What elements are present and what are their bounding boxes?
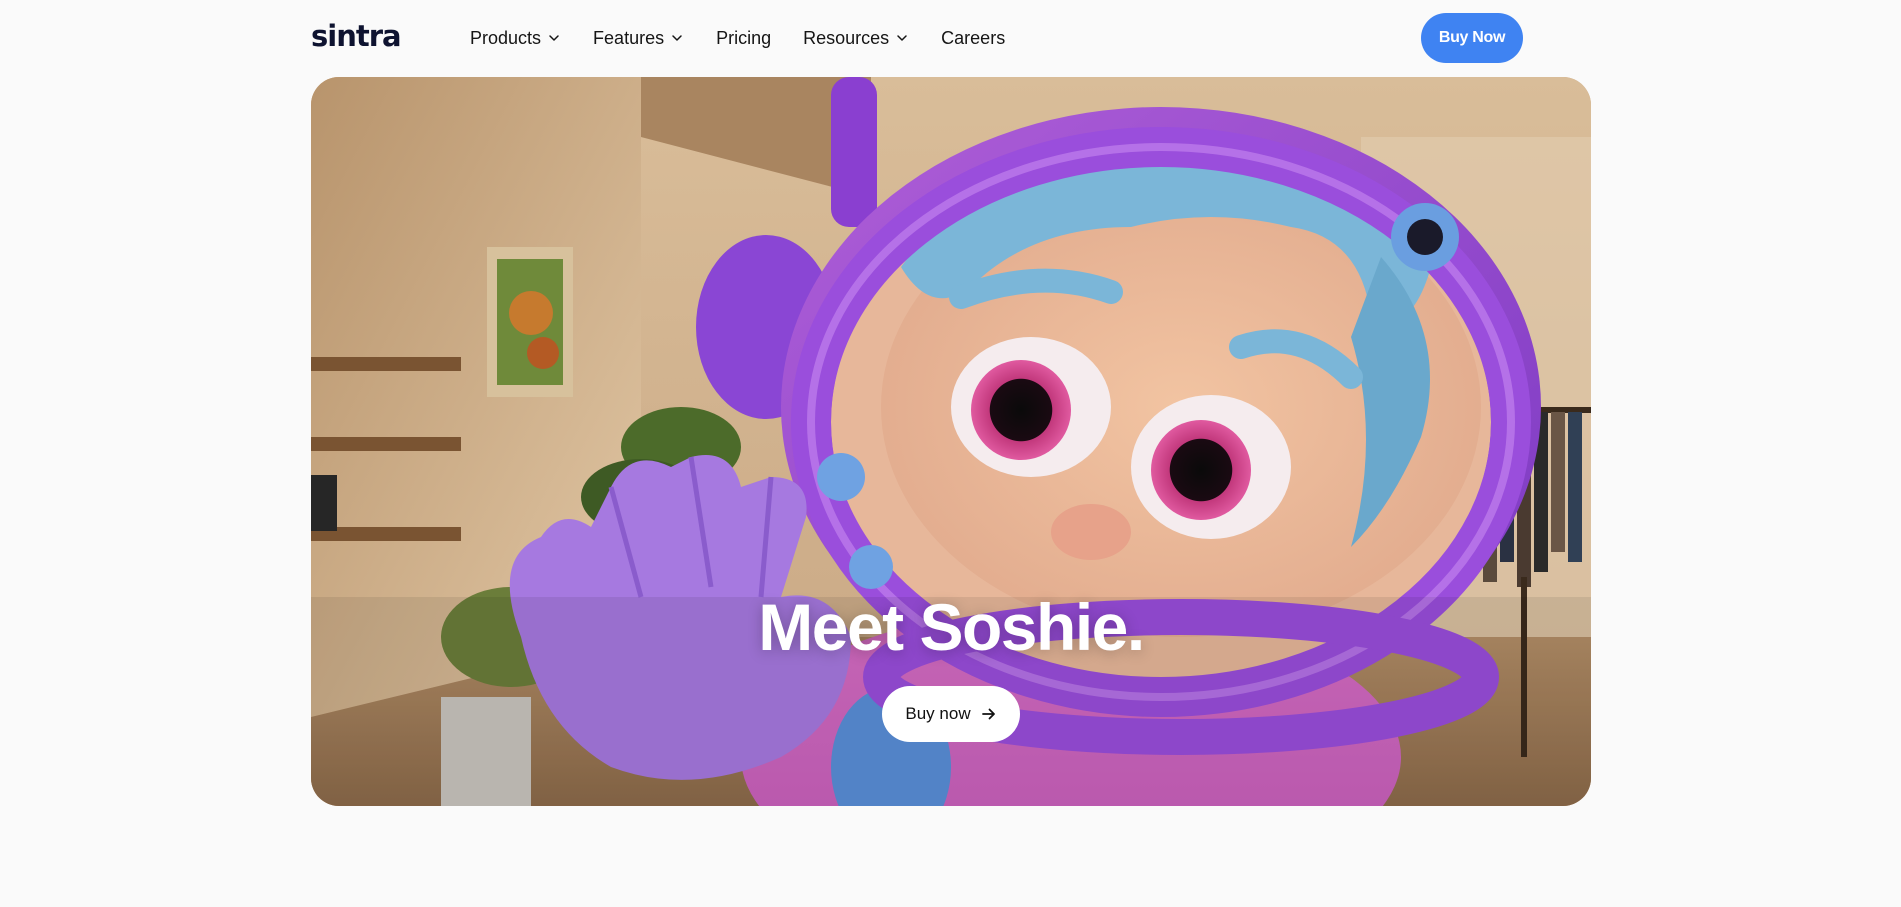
nav-item-label: Features <box>593 27 665 48</box>
nav-item-pricing[interactable]: Pricing <box>716 24 771 52</box>
hero-banner: Meet Soshie. Buy now <box>311 77 1591 806</box>
chevron-down-icon <box>672 35 682 41</box>
nav-item-resources[interactable]: Resources <box>803 24 909 52</box>
top-navbar: sintra Products Features Pricing Resourc… <box>0 0 1901 76</box>
chevron-down-icon <box>549 35 559 41</box>
nav-item-label: Products <box>470 27 542 48</box>
sintra-logo[interactable]: sintra <box>311 18 402 54</box>
nav-item-features[interactable]: Features <box>593 24 684 52</box>
nav-item-label: Pricing <box>716 27 772 48</box>
hero-title: Meet Soshie. <box>758 590 1145 664</box>
nav-item-careers[interactable]: Careers <box>941 24 1005 52</box>
main-nav: Products Features Pricing Resources Care… <box>470 24 1037 52</box>
arrow-right-icon <box>981 708 995 720</box>
nav-item-products[interactable]: Products <box>470 24 561 52</box>
hero-button-label: Buy now <box>905 704 971 723</box>
chevron-down-icon <box>897 35 907 41</box>
hero-buy-now-button[interactable]: Buy now <box>882 686 1020 742</box>
nav-item-label: Resources <box>803 27 890 48</box>
buy-now-button[interactable]: Buy Now <box>1421 13 1523 63</box>
nav-item-label: Careers <box>941 27 1006 48</box>
